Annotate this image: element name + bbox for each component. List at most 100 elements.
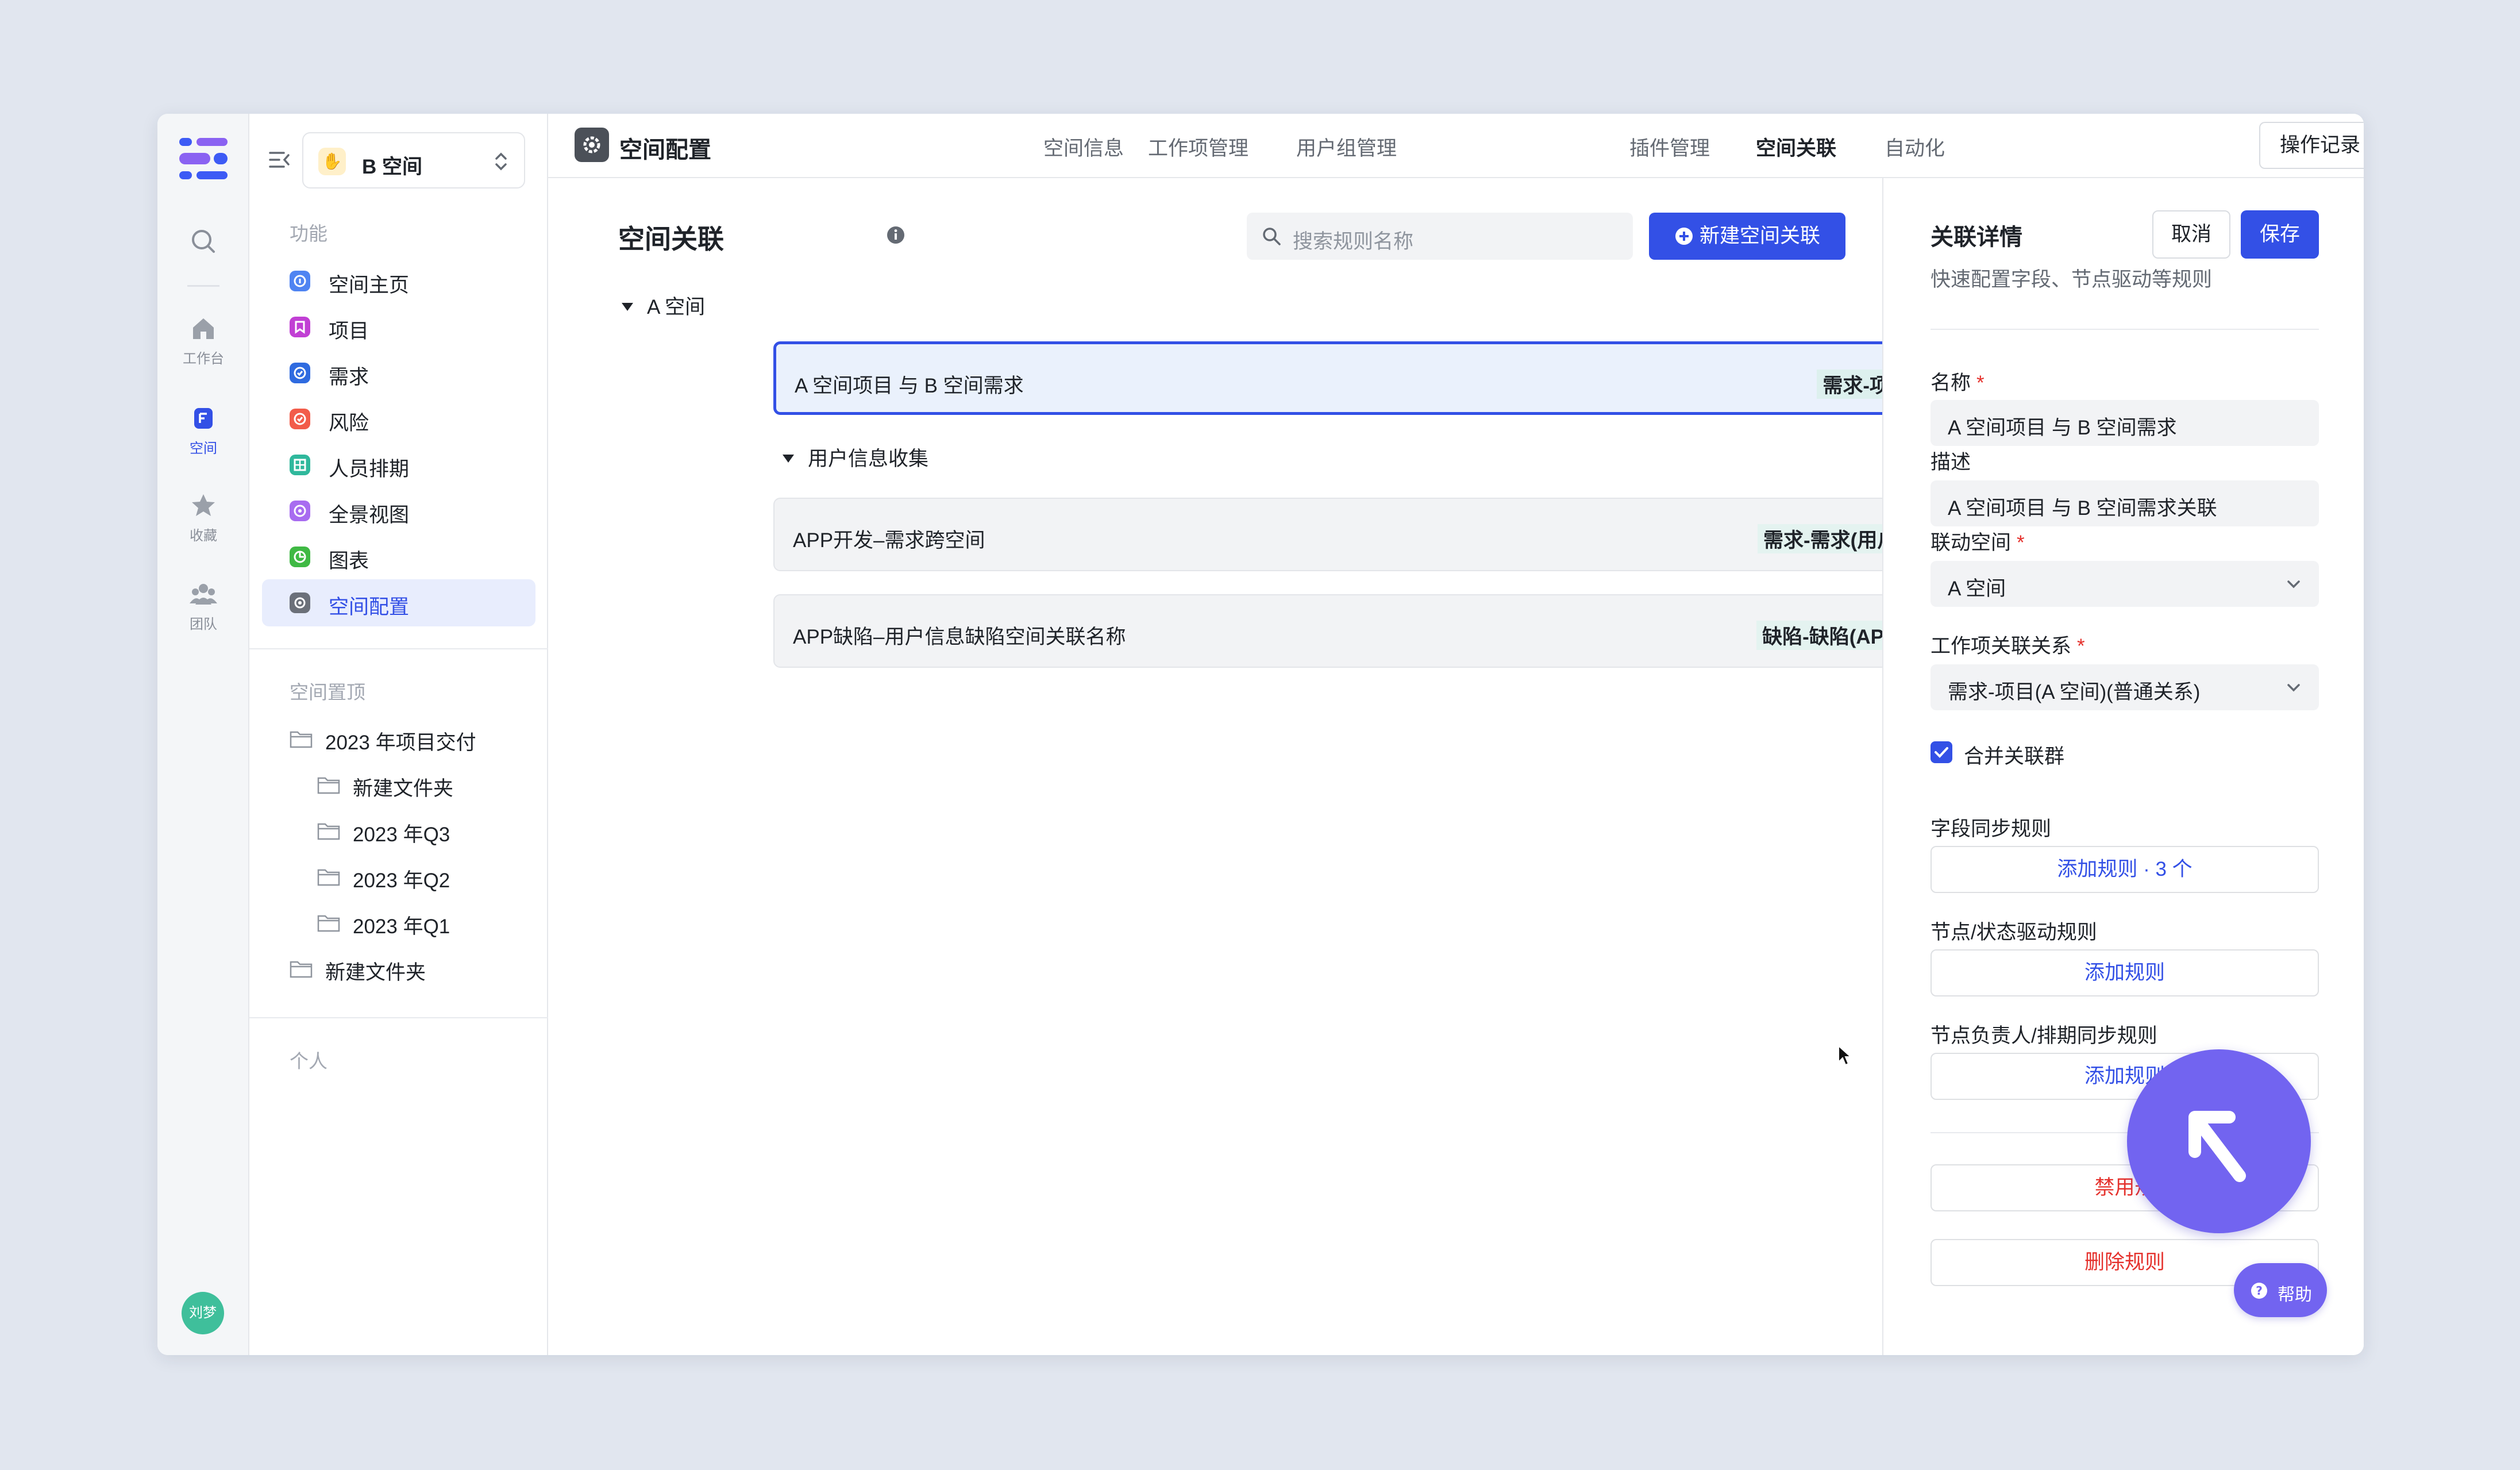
owner-rule-label: 节点负责人/排期同步规则 xyxy=(1931,1025,2157,1047)
chevron-down-icon xyxy=(2287,684,2300,692)
chevron-down-icon xyxy=(2287,580,2300,588)
schedule-icon xyxy=(290,455,310,475)
tab-automation[interactable]: 自动化 xyxy=(1885,132,1945,161)
rail-label: 工作台 xyxy=(183,351,224,367)
help-button[interactable]: ? 帮助 xyxy=(2234,1263,2327,1317)
nav-item-label: 项目 xyxy=(329,320,369,343)
arrow-up-left-icon xyxy=(2188,1111,2246,1182)
nav-item-panorama[interactable]: 全景视图 xyxy=(262,487,535,534)
nav-item-requirement[interactable]: 需求 xyxy=(262,349,535,397)
space-icon xyxy=(194,408,213,429)
nav-item-risk[interactable]: 风险 xyxy=(262,395,535,442)
linked-space-select[interactable]: A 空间 xyxy=(1931,561,2319,607)
floating-action-button[interactable] xyxy=(2127,1049,2311,1233)
nav-item-chart[interactable]: 图表 xyxy=(262,533,535,580)
tree-item-label: 2023 年Q1 xyxy=(353,915,450,938)
search-icon xyxy=(192,230,215,253)
tree-item-label: 2023 年Q3 xyxy=(353,823,450,846)
panorama-icon xyxy=(290,501,310,521)
nav-item-space-config[interactable]: 空间配置 xyxy=(262,579,535,626)
rail-label: 空间 xyxy=(190,441,217,456)
avatar[interactable]: 刘梦 xyxy=(182,1292,224,1334)
required-mark: * xyxy=(2017,532,2025,554)
nav-divider xyxy=(249,648,548,649)
folder-icon xyxy=(317,777,340,794)
team-icon xyxy=(190,584,217,605)
icon-rail: 工作台 空间 收藏 团队 刘梦 xyxy=(157,114,249,1355)
nav-item-space-home[interactable]: 空间主页 xyxy=(262,257,535,305)
tree-item-label: 新建文件夹 xyxy=(325,961,426,984)
desc-value: A 空间项目 与 B 空间需求关联 xyxy=(1948,497,2217,519)
nav-divider xyxy=(249,1017,548,1018)
svg-text:?: ? xyxy=(2256,1284,2263,1298)
name-field[interactable]: A 空间项目 与 B 空间需求 xyxy=(1931,400,2319,446)
rule-card[interactable]: A 空间项目 与 B 空间需求 需求-项目(A 空间) xyxy=(773,341,2018,415)
search-input[interactable]: 搜索规则名称 xyxy=(1247,213,1633,260)
rule-name: APP缺陷–用户信息缺陷空间关联名称 xyxy=(793,626,1126,648)
new-space-relation-button[interactable]: 新建空间关联 xyxy=(1649,213,1845,260)
nav-section-features: 功能 xyxy=(290,223,327,244)
nav-item-label: 需求 xyxy=(329,366,369,388)
search-placeholder: 搜索规则名称 xyxy=(1293,230,1414,253)
project-icon xyxy=(290,317,310,337)
rule-card[interactable]: APP缺陷–用户信息缺陷空间关联名称 缺陷-缺陷(APP开发)关联 xyxy=(773,594,2018,668)
group-header-a-space[interactable]: A 空间 xyxy=(618,291,705,320)
tab-plugins[interactable]: 插件管理 xyxy=(1629,132,1710,161)
rail-item-workbench[interactable]: 工作台 xyxy=(157,314,249,367)
help-label: 帮助 xyxy=(2278,1286,2312,1304)
relation-select[interactable]: 需求-项目(A 空间)(普通关系) xyxy=(1931,664,2319,710)
rail-divider xyxy=(187,285,219,287)
rail-label: 团队 xyxy=(190,617,217,632)
collapse-sidebar-icon[interactable] xyxy=(267,147,292,172)
tree-item-label: 2023 年Q2 xyxy=(353,869,450,892)
star-icon xyxy=(192,494,215,516)
rail-item-space[interactable]: 空间 xyxy=(157,403,249,457)
rail-search[interactable] xyxy=(157,226,249,256)
nav-sidebar: ✋ B 空间 功能 空间主页 项目 需求 风险 人员排期 全景视图 图表 空间配… xyxy=(249,114,548,1355)
linked-space-label: 联动空间 * xyxy=(1931,526,2025,556)
space-name: B 空间 xyxy=(362,156,423,178)
tab-work-item[interactable]: 工作项管理 xyxy=(1148,132,1249,161)
operation-log-button[interactable]: 操作记录 xyxy=(2259,122,2364,169)
save-button[interactable]: 保存 xyxy=(2241,210,2319,259)
nav-item-label: 图表 xyxy=(329,550,369,572)
app-logo-icon[interactable] xyxy=(179,138,228,179)
nav-section-personal: 个人 xyxy=(290,1050,327,1072)
rule-card[interactable]: APP开发–需求跨空间 需求-需求(用户信息收集) xyxy=(773,498,2018,571)
nav-item-schedule[interactable]: 人员排期 xyxy=(262,441,535,488)
space-emoji-icon: ✋ xyxy=(318,148,346,175)
nav-item-label: 空间配置 xyxy=(329,596,410,618)
search-icon xyxy=(1263,228,1281,245)
space-selector[interactable]: ✋ B 空间 xyxy=(302,132,525,188)
required-mark: * xyxy=(1976,372,1985,394)
tab-space-info[interactable]: 空间信息 xyxy=(1043,132,1124,161)
top-bar: 空间配置 空间信息 工作项管理 用户组管理 插件管理 空间关联 自动化 操作记录… xyxy=(548,114,2364,178)
nav-section-pinned: 空间置顶 xyxy=(290,682,365,703)
settings-icon xyxy=(575,128,609,162)
panel-divider xyxy=(1931,329,2319,330)
rule-name: A 空间项目 与 B 空间需求 xyxy=(795,375,1024,397)
cancel-button[interactable]: 取消 xyxy=(2152,210,2230,259)
new-space-relation-label: 新建空间关联 xyxy=(1699,225,1820,247)
linked-space-label-text: 联动空间 xyxy=(1931,532,2012,554)
nav-item-project[interactable]: 项目 xyxy=(262,303,535,351)
add-field-sync-rule-button[interactable]: 添加规则 · 3 个 xyxy=(1931,846,2319,893)
rail-item-team[interactable]: 团队 xyxy=(157,579,249,633)
linked-space-value: A 空间 xyxy=(1948,578,2006,600)
section-title: 空间关联 xyxy=(618,224,724,254)
chart-icon xyxy=(290,547,310,567)
relation-value: 需求-项目(A 空间)(普通关系) xyxy=(1948,681,2201,703)
relation-label-text: 工作项关联关系 xyxy=(1931,635,2072,657)
add-node-rule-button[interactable]: 添加规则 xyxy=(1931,949,2319,996)
tab-user-group[interactable]: 用户组管理 xyxy=(1296,132,1397,161)
info-icon[interactable] xyxy=(886,225,905,245)
requirement-icon xyxy=(290,363,310,383)
group-header-user-info[interactable]: 用户信息收集 xyxy=(779,442,928,472)
description-field[interactable]: A 空间项目 与 B 空间需求关联 xyxy=(1931,480,2319,526)
merge-checkbox[interactable] xyxy=(1931,741,1952,763)
folder-icon xyxy=(290,731,313,748)
node-rule-label: 节点/状态驱动规则 xyxy=(1931,921,2097,944)
nav-item-label: 人员排期 xyxy=(329,458,410,480)
tab-space-relation[interactable]: 空间关联 xyxy=(1756,132,1836,161)
rail-item-favorites[interactable]: 收藏 xyxy=(157,491,249,544)
